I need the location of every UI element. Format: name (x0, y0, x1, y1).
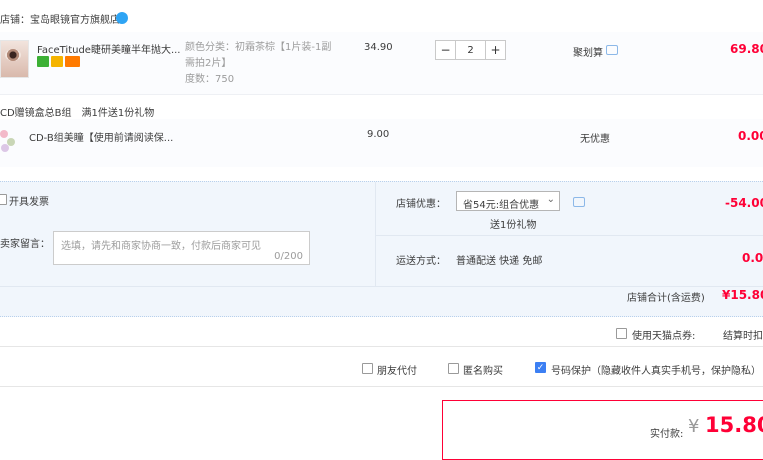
currency-symbol: ¥ (688, 416, 700, 437)
product-thumbnail[interactable] (0, 40, 29, 78)
friend-pay-checkbox[interactable] (362, 363, 373, 374)
invoice-checkbox[interactable] (0, 194, 7, 205)
shipping-label: 运送方式： (396, 256, 446, 267)
sku-color-cont: 需拍2片】 (185, 58, 232, 69)
divider (375, 235, 763, 236)
shop-total-label: 店铺合计(含运费) (627, 293, 705, 304)
sku-degree: 度数：750 (185, 74, 235, 85)
gift-subtotal: 0.00 (738, 129, 763, 143)
discount-select-value: 省54元:组合优惠 (463, 200, 540, 211)
shipping-method: 普通配送 快递 免邮 (456, 256, 543, 267)
anonymous-label[interactable]: 匿名购买 (463, 362, 503, 377)
discount-amount: -54.00 (725, 196, 763, 210)
divider (0, 386, 763, 387)
settle-note: 结算时扣 (723, 331, 763, 342)
seller-memo-input[interactable]: 选填，请先和商家协商一致，付款后商家可见 0/200 (53, 231, 310, 265)
memo-label: 卖家留言： (0, 239, 50, 250)
shipping-cost: 0.00 (742, 251, 763, 265)
sku-info: 颜色分类：初霜茶棕【1片装-1副 需拍2片】 度数：750 (185, 40, 331, 88)
product-title[interactable]: FaceTitude睫研美瞳半年抛大... (37, 41, 181, 56)
tmall-points-label[interactable]: 使用天猫点券: (632, 327, 695, 342)
tmall-points-checkbox[interactable] (616, 328, 627, 339)
quantity-input[interactable]: 2 (456, 40, 485, 60)
gift-thumbnail[interactable] (0, 128, 20, 154)
gift-promo-label: 无优惠 (580, 134, 610, 145)
unit-price: 34.90 (364, 42, 393, 53)
card-payment-icon (65, 56, 80, 67)
discount-select[interactable]: 省54元:组合优惠 ⌄ (456, 191, 560, 211)
discount-gift-note: 送1份礼物 (490, 220, 537, 231)
shop-name[interactable]: 店铺：宝岛眼镜官方旗舰店 (0, 11, 120, 26)
guarantee-icon (51, 56, 63, 67)
invoice-label[interactable]: 开具发票 (9, 193, 49, 208)
promo-label: 聚划算 (573, 48, 603, 59)
payment-amount: 15.80 (705, 413, 763, 437)
quantity-stepper: − 2 + (435, 40, 506, 60)
decrease-button[interactable]: − (435, 40, 456, 60)
shop-total-value: ¥15.80 (722, 288, 763, 302)
comment-icon[interactable] (606, 45, 618, 55)
gift-title[interactable]: CD-B组美瞳【使用前请阅读保... (29, 129, 173, 144)
sku-color: 颜色分类：初霜茶棕【1片装-1副 (185, 42, 332, 53)
increase-button[interactable]: + (485, 40, 506, 60)
divider (0, 346, 763, 347)
chevron-down-icon: ⌄ (546, 194, 555, 205)
service-badges (37, 56, 82, 70)
seven-day-return-icon (37, 56, 49, 67)
comment-icon[interactable] (573, 197, 585, 207)
payment-label: 实付款: (650, 429, 684, 440)
discount-label: 店铺优惠： (396, 199, 446, 210)
number-protect-label[interactable]: 号码保护（隐藏收件人真实手机号，保护隐私） (551, 362, 761, 377)
combo-promo-label: CD赠镜盒总B组 满1件送1份礼物 (0, 108, 155, 119)
wangwang-chat-icon[interactable] (116, 12, 128, 24)
item-subtotal: 69.80 (730, 42, 763, 56)
divider (375, 182, 376, 286)
friend-pay-label[interactable]: 朋友代付 (377, 362, 417, 377)
gift-unit-price: 9.00 (367, 129, 390, 140)
anonymous-checkbox[interactable] (448, 363, 459, 374)
number-protect-checkbox[interactable]: ✓ (535, 362, 546, 373)
memo-placeholder: 选填，请先和商家协商一致，付款后商家可见 (61, 241, 261, 252)
divider (0, 286, 763, 287)
memo-counter: 0/200 (274, 251, 303, 262)
